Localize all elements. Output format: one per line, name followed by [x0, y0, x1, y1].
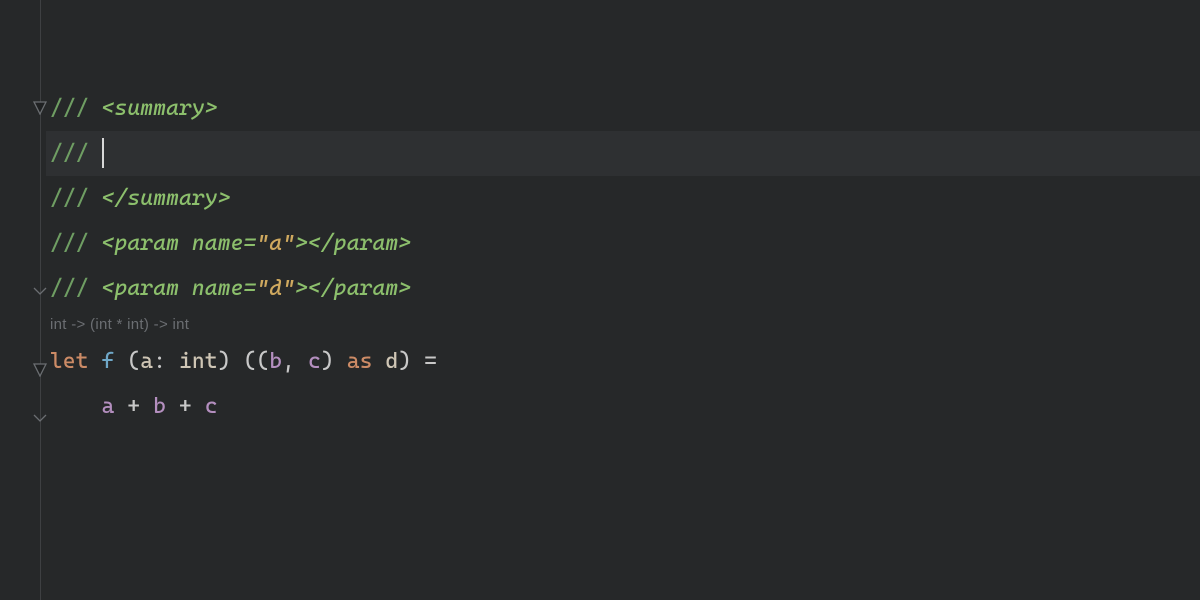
xml-tag: <summary> — [102, 96, 218, 121]
xml-tag: </summary> — [102, 186, 231, 211]
code-line[interactable]: /// <summary> — [46, 86, 1200, 131]
code-line[interactable]: let f (a: int) ((b, c) as d) = — [46, 339, 1200, 384]
xml-attr-name: name — [192, 231, 244, 256]
colon: : — [153, 349, 166, 374]
fold-guide-line — [40, 0, 41, 600]
text-caret — [102, 138, 104, 168]
plus-op: + — [127, 394, 140, 419]
identifier: b — [153, 394, 166, 419]
xml-tag: </param> — [308, 276, 411, 301]
xml-tag: <param — [102, 231, 179, 256]
fold-end-icon — [33, 281, 47, 295]
param-name: a — [140, 349, 153, 374]
code-line[interactable]: /// <param name="a"></param> — [46, 221, 1200, 266]
fold-end-icon — [33, 408, 47, 422]
fold-marker-icon[interactable] — [33, 101, 47, 115]
code-area[interactable]: /// <summary> /// /// </summary> /// <pa… — [46, 0, 1200, 600]
xml-tag: </param> — [308, 231, 411, 256]
identifier: c — [308, 349, 321, 374]
code-line-current[interactable]: /// — [46, 131, 1200, 176]
code-line[interactable]: /// </summary> — [46, 176, 1200, 221]
code-line[interactable]: a + b + c — [46, 384, 1200, 429]
xml-tag-close: > — [295, 276, 308, 301]
xml-attr-value: "a" — [256, 231, 295, 256]
doc-comment-slash: /// — [50, 231, 89, 256]
xml-tag: <param — [102, 276, 179, 301]
function-name: f — [102, 349, 115, 374]
equals-op: = — [424, 349, 437, 374]
doc-comment-slash: /// — [50, 96, 89, 121]
xml-tag-close: > — [295, 231, 308, 256]
gutter — [0, 0, 46, 600]
doc-comment-slash: /// — [50, 276, 89, 301]
blank-region — [46, 0, 1200, 86]
inlay-hint: int -> (int * int) -> int — [46, 311, 1200, 339]
fold-marker-icon[interactable] — [33, 363, 47, 377]
type-name: int — [179, 349, 218, 374]
xml-attr-value: "d" — [256, 276, 295, 301]
plus-op: + — [179, 394, 192, 419]
comma: , — [282, 349, 295, 374]
identifier: c — [205, 394, 218, 419]
xml-attr-name: name — [192, 276, 244, 301]
code-editor[interactable]: /// <summary> /// /// </summary> /// <pa… — [0, 0, 1200, 600]
identifier: a — [102, 394, 115, 419]
code-line[interactable]: /// <param name="d"></param> — [46, 266, 1200, 311]
identifier: d — [386, 349, 399, 374]
doc-comment-slash: /// — [50, 141, 89, 166]
keyword-let: let — [50, 349, 89, 374]
keyword-as: as — [347, 349, 373, 374]
doc-comment-slash: /// — [50, 186, 89, 211]
identifier: b — [269, 349, 282, 374]
